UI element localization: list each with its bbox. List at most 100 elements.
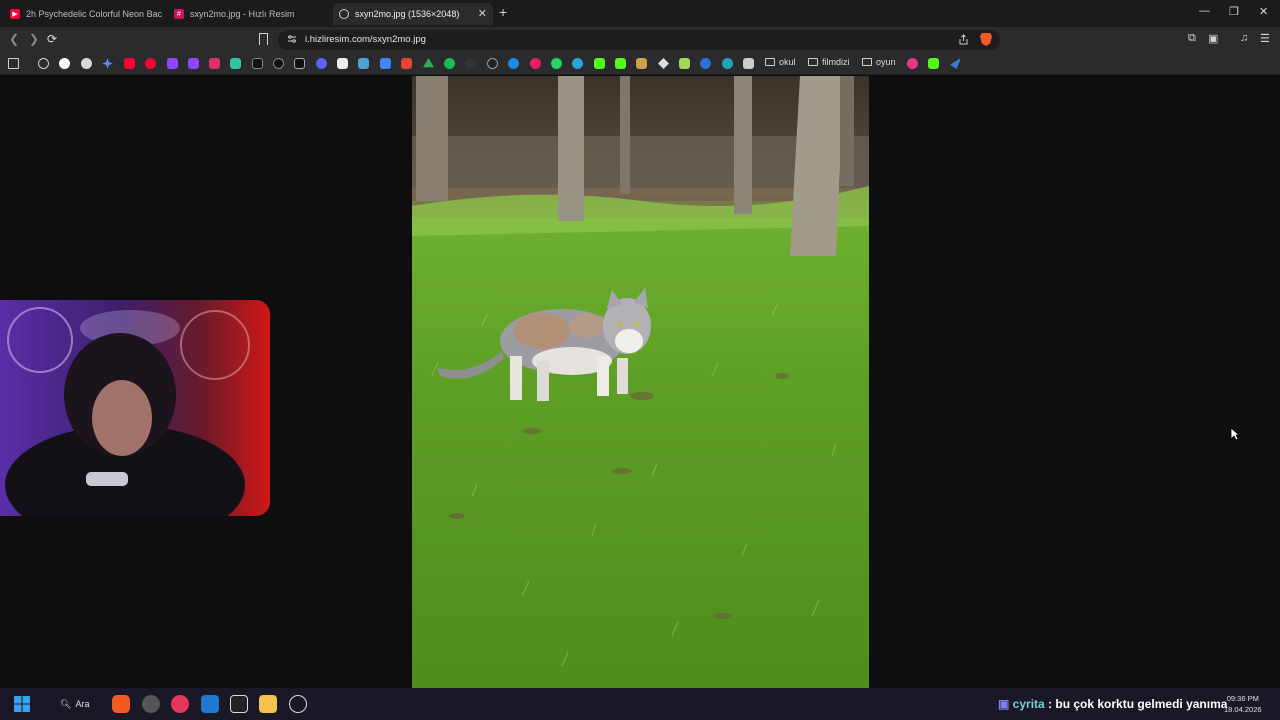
new-tab-button[interactable]: +	[499, 4, 507, 20]
drive-icon[interactable]	[423, 58, 434, 68]
app-icon-g[interactable]	[658, 58, 669, 69]
wallet-icon[interactable]: ▣	[1208, 32, 1218, 45]
google-icon[interactable]	[59, 58, 70, 69]
telegram-icon[interactable]	[572, 58, 583, 69]
folder-icon	[808, 58, 818, 66]
capcut-icon[interactable]	[337, 58, 348, 69]
search-icon: 🔍︎	[60, 698, 72, 709]
extensions-icon[interactable]: ⧉	[1188, 32, 1196, 45]
gemini-icon[interactable]	[102, 58, 113, 69]
app-taskbar-icon-a[interactable]	[142, 695, 160, 713]
whatsapp-icon[interactable]	[551, 58, 562, 69]
system-clock[interactable]: 09:36 PM 18.04.2026	[1224, 693, 1262, 715]
apps-grid-icon[interactable]	[8, 58, 19, 69]
file-explorer-taskbar-icon[interactable]	[259, 695, 277, 713]
app-icon-k[interactable]	[743, 58, 754, 69]
spotify-icon[interactable]	[444, 58, 455, 69]
youtube-music-icon[interactable]	[145, 58, 156, 69]
navigation-toolbar: ❮ ❯ ⟳ i.hizliresim.com/sxyn2mo.jpg ⧉ ▣ ♫…	[0, 27, 1280, 53]
tab-image-active[interactable]: sxyn2mo.jpg (1536×2048) ✕	[333, 3, 493, 25]
history-icon[interactable]	[38, 58, 49, 69]
clock-time: 09:36 PM	[1226, 694, 1259, 703]
reload-button[interactable]: ⟳	[47, 32, 57, 46]
close-window-button[interactable]: ✕	[1259, 5, 1268, 18]
bookmark-folder-okul[interactable]: okul	[765, 57, 796, 67]
cat-photo[interactable]	[412, 76, 869, 688]
tab-title: 2h Psychedelic Colorful Neon Backg…	[26, 9, 162, 19]
app-icon-l[interactable]	[907, 58, 918, 69]
folder-label: okul	[779, 57, 796, 67]
restore-button[interactable]: ❐	[1229, 5, 1239, 18]
app-icon-d[interactable]	[508, 58, 519, 69]
bookmark-folder-filmdizi[interactable]: filmdizi	[808, 57, 850, 67]
app-icon-f[interactable]	[636, 58, 647, 69]
address-bar[interactable]: i.hizliresim.com/sxyn2mo.jpg	[278, 30, 1000, 50]
gmail-icon[interactable]	[401, 58, 412, 69]
search-label: Ara	[75, 699, 90, 709]
tab-strip: ▶ 2h Psychedelic Colorful Neon Backg… # …	[0, 0, 1280, 27]
brave-shields-icon[interactable]	[980, 33, 992, 46]
chat-text: : bu çok korktu gelmedi yanıma	[1048, 697, 1228, 711]
kick-icon[interactable]	[594, 58, 605, 69]
site-settings-icon[interactable]	[287, 34, 297, 44]
app-icon-a[interactable]	[358, 58, 369, 69]
globe-icon	[339, 9, 349, 19]
folder-icon	[765, 58, 775, 66]
app-icon-h[interactable]	[679, 58, 690, 69]
app-icon-b[interactable]	[465, 58, 476, 69]
bookmark-folder-oyun[interactable]: oyun	[862, 57, 896, 67]
youtube-icon[interactable]	[124, 58, 135, 69]
folder-icon	[862, 58, 872, 66]
media-player-taskbar-icon[interactable]	[171, 695, 189, 713]
twitch-dashboard-icon[interactable]	[188, 58, 199, 69]
bookmarks-bar: okul filmdizi oyun	[0, 53, 1280, 75]
menu-icon[interactable]: ☰	[1260, 32, 1270, 45]
chat-message: ▣ cyrita : bu çok korktu gelmedi yanıma	[998, 697, 1227, 711]
tab-title: sxyn2mo.jpg (1536×2048)	[355, 9, 460, 19]
tab-hizliresim[interactable]: # sxyn2mo.jpg - Hızlı Resim	[168, 3, 328, 25]
url-text: i.hizliresim.com/sxyn2mo.jpg	[305, 34, 426, 45]
app-icon-c[interactable]	[487, 58, 498, 69]
taskbar: 🔍︎ Ara ▣ cyrita : bu çok korktu gelmedi …	[0, 688, 1280, 720]
discord-icon[interactable]	[316, 58, 327, 69]
streamlabs-icon[interactable]	[230, 58, 241, 69]
youtube-icon: ▶	[10, 9, 20, 19]
tab-title: sxyn2mo.jpg - Hızlı Resim	[190, 9, 295, 19]
app-taskbar-icon-c[interactable]	[289, 695, 307, 713]
close-tab-icon[interactable]: ✕	[478, 7, 487, 20]
minimize-button[interactable]: —	[1199, 5, 1210, 17]
mouse-cursor	[1230, 427, 1240, 441]
folder-label: filmdizi	[822, 57, 850, 67]
folder-label: oyun	[876, 57, 896, 67]
photos-taskbar-icon[interactable]	[201, 695, 219, 713]
app-icon-j[interactable]	[722, 58, 733, 69]
forward-button[interactable]: ❯	[29, 32, 39, 46]
brave-taskbar-icon[interactable]	[112, 695, 130, 713]
webcam-overlay	[0, 300, 270, 516]
media-icon[interactable]: ♫	[1240, 32, 1248, 44]
kick-dashboard-icon[interactable]	[615, 58, 626, 69]
clock-date: 18.04.2026	[1224, 705, 1262, 714]
hizliresim-icon: #	[174, 9, 184, 19]
app-icon-i[interactable]	[700, 58, 711, 69]
bookmark-icon[interactable]	[259, 33, 268, 45]
windows-start-icon[interactable]	[13, 695, 31, 713]
app-taskbar-icon-b[interactable]	[230, 695, 248, 713]
translate-icon[interactable]	[380, 58, 391, 69]
threads-icon[interactable]	[273, 58, 284, 69]
kick-alt-icon[interactable]	[928, 58, 939, 69]
tab-youtube[interactable]: ▶ 2h Psychedelic Colorful Neon Backg…	[4, 3, 162, 25]
page-content	[0, 76, 1280, 688]
instagram-icon[interactable]	[209, 58, 220, 69]
x-icon[interactable]	[252, 58, 263, 69]
tiktok-icon[interactable]	[294, 58, 305, 69]
chat-username: cyrita	[1012, 697, 1045, 711]
app-icon-e[interactable]	[530, 58, 541, 69]
taskbar-search[interactable]: 🔍︎ Ara	[52, 694, 97, 714]
twitch-icon[interactable]	[167, 58, 178, 69]
app-icon-m[interactable]	[950, 58, 961, 69]
back-button[interactable]: ❮	[9, 32, 19, 46]
chat-icon: ▣	[998, 697, 1013, 711]
chatgpt-icon[interactable]	[81, 58, 92, 69]
share-icon[interactable]	[958, 34, 969, 45]
